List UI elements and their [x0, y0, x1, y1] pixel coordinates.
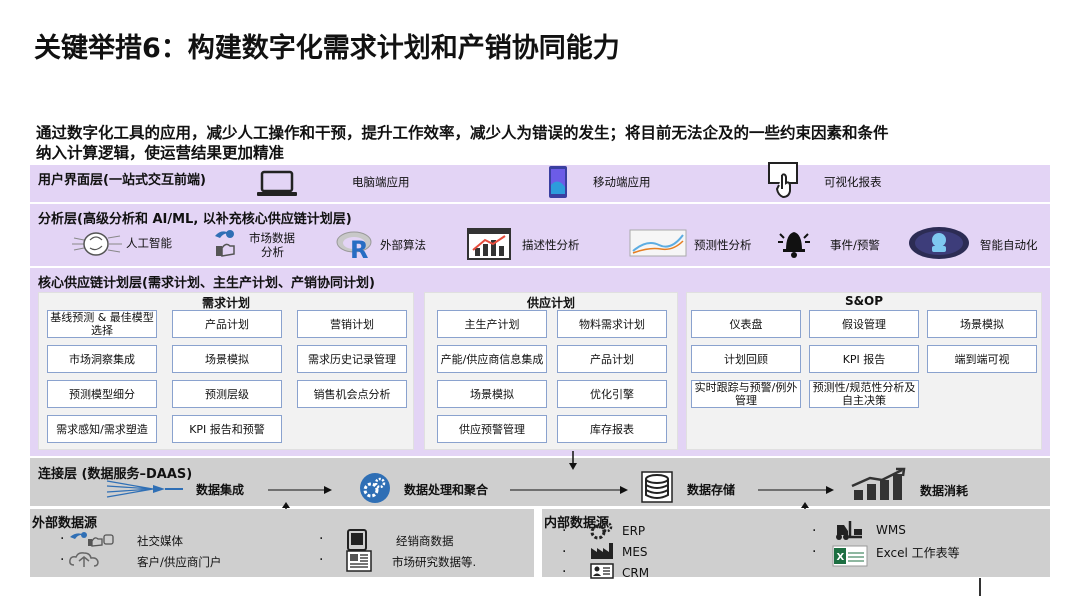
sop-box-kpi-report: KPI 报告	[809, 345, 919, 373]
supply-box-optimization-engine: 优化引擎	[557, 380, 667, 408]
sop-panel: S&OP 仪表盘 假设管理 场景模拟 计划回顾 KPI 报告 端到端可视 实时跟…	[686, 292, 1042, 450]
intro-line-1: 通过数字化工具的应用，减少人工操作和干预，提升工作效率，减少人为错误的发生；将目…	[36, 124, 889, 142]
newspaper-icon	[346, 550, 372, 572]
connect-step-processing: 数据处理和聚合	[404, 483, 489, 497]
internal-item-mes: MES	[622, 545, 648, 559]
tablet-icon	[347, 529, 367, 551]
analytics-item-events-alerts: 事件/预警	[830, 238, 880, 252]
supply-box-mrp: 物料需求计划	[557, 310, 667, 338]
connect-step-consumption: 数据消耗	[920, 484, 969, 498]
supply-box-supply-alerts: 供应预警管理	[437, 415, 547, 443]
internal-item-wms: WMS	[876, 523, 906, 537]
robot-automation-icon	[909, 227, 969, 259]
sop-box-assumption-management: 假设管理	[809, 310, 919, 338]
demand-planning-title: 需求计划	[201, 296, 250, 310]
demand-box-sales-opportunity: 销售机会点分析	[297, 380, 407, 408]
sop-box-scenario-simulation: 场景模拟	[927, 310, 1037, 338]
svg-text:R: R	[350, 236, 368, 264]
database-icon	[641, 471, 673, 503]
sop-box-predictive-prescriptive: 预测性/规范性分析及自主决策	[809, 380, 919, 408]
supply-planning-title: 供应计划	[526, 296, 575, 310]
analytics-item-ai: 人工智能	[126, 236, 172, 250]
gears-processing-icon	[360, 473, 390, 503]
supply-box-mps: 主生产计划	[437, 310, 547, 338]
alarm-bell-icon	[778, 232, 810, 258]
external-item-market-research: 市场研究数据等.	[392, 555, 477, 569]
analytics-layer: 分析层(高级分析和 AI/ML, 以补充核心供应链计划层) 人工智能 市场数据 …	[30, 204, 1050, 266]
demand-planning-panel: 需求计划 基线预测 & 最佳模型选择 产品计划 营销计划 市场洞察集成 场景模拟…	[38, 292, 414, 450]
supply-box-scenario-simulation: 场景模拟	[437, 380, 547, 408]
demand-box-demand-sensing: 需求感知/需求塑造	[47, 415, 157, 443]
demand-box-scenario-simulation: 场景模拟	[172, 345, 282, 373]
arrow-core-to-connect	[569, 451, 577, 470]
descriptive-chart-icon	[467, 228, 511, 260]
external-data-title: 外部数据源	[32, 516, 98, 531]
ui-layer-title: 用户界面层(一站式交互前端)	[38, 173, 206, 188]
sop-box-dashboard: 仪表盘	[691, 310, 801, 338]
svg-text:X: X	[837, 552, 845, 563]
arrow-right-icon	[268, 486, 332, 494]
supply-planning-panel: 供应计划 主生产计划 物料需求计划 产能/供应商信息集成 产品计划 场景模拟 优…	[424, 292, 678, 450]
market-data-icon	[215, 230, 235, 257]
mobile-phone-icon	[549, 166, 567, 198]
internal-data-panel: 内部数据源 · ERP · MES · CRM · WMS · X Excel …	[542, 509, 1050, 580]
ui-item-desktop: 电脑端应用	[352, 175, 410, 189]
analytics-item-descriptive: 描述性分析	[522, 238, 580, 252]
bar-chart-icon	[851, 467, 906, 500]
connect-step-integration: 数据集成	[196, 483, 245, 497]
vertical-divider-mark	[979, 578, 981, 596]
sop-box-end-to-end-visibility: 端到端可视	[927, 345, 1037, 373]
ui-item-visual-reports: 可视化报表	[824, 175, 882, 189]
factory-icon	[591, 543, 613, 559]
core-planning-layer: 核心供应链计划层(需求计划、主生产计划、产销协同计划) 需求计划 基线预测 & …	[30, 268, 1050, 456]
arrow-right-icon	[758, 486, 834, 494]
r-language-icon: R	[336, 231, 372, 264]
sop-box-plan-review: 计划回顾	[691, 345, 801, 373]
external-item-portals: 客户/供应商门户	[137, 555, 222, 569]
demand-box-baseline-forecast: 基线预测 & 最佳模型选择	[47, 310, 157, 338]
analytics-item-external-algorithms: 外部算法	[380, 238, 426, 252]
ai-brain-icon	[72, 232, 122, 256]
analytics-item-analysis: 分析	[261, 245, 284, 259]
demand-box-marketing-plan: 营销计划	[297, 310, 407, 338]
supply-box-inventory-report: 库存报表	[557, 415, 667, 443]
social-media-icon	[70, 532, 114, 547]
intro-line-2: 纳入计算逻辑，使运营结果更加精准	[36, 144, 285, 162]
connect-step-storage: 数据存储	[687, 483, 736, 497]
cloud-sync-icon	[69, 552, 99, 567]
connection-layer: 连接层 (数据服务–DAAS) 数据集成 数据处理和聚合 数据存储 数据消耗	[30, 458, 1050, 506]
erp-gears-icon	[590, 521, 613, 540]
demand-box-product-plan: 产品计划	[172, 310, 282, 338]
demand-box-kpi-alerts: KPI 报告和预警	[172, 415, 282, 443]
ui-layer: 用户界面层(一站式交互前端) 电脑端应用 移动端应用 可视化报表	[30, 162, 1050, 202]
arrow-right-icon	[510, 486, 628, 494]
demand-box-history-management: 需求历史记录管理	[297, 345, 407, 373]
touch-screen-icon	[768, 162, 798, 199]
supply-box-capacity-integration: 产能/供应商信息集成	[437, 345, 547, 373]
external-item-distributor-data: 经销商数据	[396, 534, 454, 548]
external-data-panel: 外部数据源 · 社交媒体 · 客户/供应商门户 · 经销商数据 · 市场研究数据…	[30, 509, 534, 577]
sop-title: S&OP	[844, 294, 884, 308]
internal-item-crm: CRM	[622, 566, 650, 580]
predictive-chart-icon	[629, 229, 687, 257]
data-integration-icon	[106, 480, 183, 498]
external-item-social-media: 社交媒体	[137, 534, 183, 548]
excel-icon: X	[832, 545, 868, 567]
forklift-icon	[836, 521, 862, 540]
internal-item-excel: Excel 工作表等	[876, 546, 960, 560]
ui-item-mobile: 移动端应用	[593, 175, 651, 189]
page-title: 关键举措6：构建数字化需求计划和产销协同能力	[34, 33, 620, 64]
contact-card-icon	[590, 563, 614, 579]
demand-box-model-segmentation: 预测模型细分	[47, 380, 157, 408]
analytics-item-predictive: 预测性分析	[694, 238, 752, 252]
laptop-icon	[257, 170, 297, 196]
core-layer-title: 核心供应链计划层(需求计划、主生产计划、产销协同计划)	[38, 276, 375, 291]
demand-box-market-insight: 市场洞察集成	[47, 345, 157, 373]
analytics-item-intelligent-automation: 智能自动化	[980, 238, 1038, 252]
sop-box-realtime-tracking: 实时跟踪与预警/例外管理	[691, 380, 801, 408]
internal-item-erp: ERP	[622, 524, 646, 538]
demand-box-forecast-hierarchy: 预测层级	[172, 380, 282, 408]
supply-box-product-plan: 产品计划	[557, 345, 667, 373]
analytics-layer-title: 分析层(高级分析和 AI/ML, 以补充核心供应链计划层)	[38, 212, 352, 227]
